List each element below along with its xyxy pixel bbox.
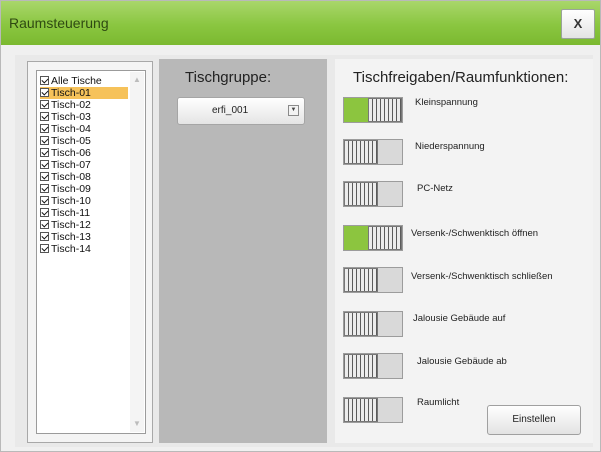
toggle-pc-netz[interactable]	[343, 181, 403, 207]
group-selected-value: erfi_001	[212, 105, 249, 116]
functions-panel: Tischfreigaben/Raumfunktionen: Kleinspan…	[335, 59, 593, 443]
list-item-tisch-14[interactable]: Tisch-14	[40, 243, 128, 255]
list-item-tisch-08[interactable]: Tisch-08	[40, 171, 128, 183]
checkbox[interactable]	[40, 208, 49, 217]
list-item-label: Tisch-10	[51, 195, 91, 207]
toggle-label-schwenktisch-schliessen: Versenk-/Schwenktisch schließen	[411, 271, 553, 282]
checkbox[interactable]	[40, 232, 49, 241]
list-item-tisch-04[interactable]: Tisch-04	[40, 123, 128, 135]
list-item-all-tables[interactable]: Alle Tische	[40, 75, 128, 87]
toggle-raumlicht[interactable]	[343, 397, 403, 423]
checkbox[interactable]	[40, 196, 49, 205]
list-item-label: Tisch-13	[51, 231, 91, 243]
list-item-label: Tisch-07	[51, 159, 91, 171]
checkbox[interactable]	[40, 148, 49, 157]
toggle-niederspannung[interactable]	[343, 139, 403, 165]
toggle-knob[interactable]	[344, 312, 378, 336]
list-item-label: Tisch-01	[51, 87, 91, 99]
toggle-label-jalousie-auf: Jalousie Gebäude auf	[413, 313, 506, 324]
toggle-schwenktisch-oeffnen[interactable]	[343, 225, 403, 251]
group-select[interactable]: erfi_001 ▼	[177, 97, 305, 125]
tables-list[interactable]: Alle Tische Tisch-01 Tisch-02 Tisch-03 T…	[36, 70, 146, 434]
window-title: Raumsteuerung	[9, 15, 109, 31]
toggle-jalousie-ab[interactable]	[343, 353, 403, 379]
toggle-label-schwenktisch-oeffnen: Versenk-/Schwenktisch öffnen	[411, 228, 539, 239]
list-scrollbar[interactable]: ▲ ▼	[130, 72, 144, 432]
checkbox[interactable]	[40, 172, 49, 181]
chevron-down-icon[interactable]: ▼	[288, 105, 299, 116]
toggle-jalousie-auf[interactable]	[343, 311, 403, 337]
toggle-label-niederspannung: Niederspannung	[415, 141, 485, 152]
settings-button[interactable]: Einstellen	[487, 405, 581, 435]
toggle-knob[interactable]	[344, 398, 378, 422]
raumsteuerung-window: Raumsteuerung X Alle Tische Tisch-01 Tis…	[0, 0, 601, 452]
toggle-label-jalousie-ab: Jalousie Gebäude ab	[417, 356, 507, 367]
checkbox[interactable]	[40, 100, 49, 109]
group-title: Tischgruppe:	[185, 69, 272, 86]
toggle-label-pc-netz: PC-Netz	[417, 183, 453, 194]
functions-title: Tischfreigaben/Raumfunktionen:	[353, 69, 569, 86]
checkbox[interactable]	[40, 244, 49, 253]
list-item-tisch-12[interactable]: Tisch-12	[40, 219, 128, 231]
toggle-kleinspannung[interactable]	[343, 97, 403, 123]
toggle-knob[interactable]	[344, 268, 378, 292]
checkbox[interactable]	[40, 136, 49, 145]
toggle-knob[interactable]	[368, 98, 402, 122]
checkbox[interactable]	[40, 76, 49, 85]
list-item-tisch-03[interactable]: Tisch-03	[40, 111, 128, 123]
list-item-tisch-06[interactable]: Tisch-06	[40, 147, 128, 159]
list-item-label: Tisch-06	[51, 147, 91, 159]
toggle-schwenktisch-schliessen[interactable]	[343, 267, 403, 293]
close-button[interactable]: X	[561, 9, 595, 39]
list-item-label: Tisch-02	[51, 99, 91, 111]
tables-panel: Alle Tische Tisch-01 Tisch-02 Tisch-03 T…	[27, 61, 153, 443]
toggle-knob[interactable]	[344, 140, 378, 164]
toggle-knob[interactable]	[368, 226, 402, 250]
list-item-label: Tisch-08	[51, 171, 91, 183]
list-item-label: Tisch-05	[51, 135, 91, 147]
title-bar: Raumsteuerung X	[1, 1, 600, 45]
checkbox[interactable]	[40, 184, 49, 193]
checkbox[interactable]	[40, 160, 49, 169]
checkbox[interactable]	[40, 112, 49, 121]
list-item-label: Tisch-11	[51, 207, 91, 219]
group-panel: Tischgruppe: erfi_001 ▼	[159, 59, 327, 443]
scroll-up-icon[interactable]: ▲	[130, 74, 144, 86]
list-item-tisch-09[interactable]: Tisch-09	[40, 183, 128, 195]
checkbox[interactable]	[40, 220, 49, 229]
list-item-tisch-10[interactable]: Tisch-10	[40, 195, 128, 207]
list-item-tisch-13[interactable]: Tisch-13	[40, 231, 128, 243]
checkbox[interactable]	[40, 88, 49, 97]
scroll-down-icon[interactable]: ▼	[130, 418, 144, 430]
list-item-label: Tisch-09	[51, 183, 91, 195]
list-item-tisch-02[interactable]: Tisch-02	[40, 99, 128, 111]
list-item-label: Tisch-14	[51, 243, 91, 255]
checkbox[interactable]	[40, 124, 49, 133]
toggle-knob[interactable]	[344, 354, 378, 378]
list-item-tisch-05[interactable]: Tisch-05	[40, 135, 128, 147]
list-item-tisch-11[interactable]: Tisch-11	[40, 207, 128, 219]
toggle-knob[interactable]	[344, 182, 378, 206]
list-item-label: Alle Tische	[51, 75, 102, 87]
toggle-label-raumlicht: Raumlicht	[417, 397, 460, 408]
list-item-label: Tisch-03	[51, 111, 91, 123]
list-item-label: Tisch-04	[51, 123, 91, 135]
list-item-tisch-07[interactable]: Tisch-07	[40, 159, 128, 171]
list-item-label: Tisch-12	[51, 219, 91, 231]
toggle-label-kleinspannung: Kleinspannung	[415, 97, 478, 108]
content-area: Alle Tische Tisch-01 Tisch-02 Tisch-03 T…	[15, 55, 593, 447]
list-item-tisch-01[interactable]: Tisch-01	[40, 87, 128, 99]
